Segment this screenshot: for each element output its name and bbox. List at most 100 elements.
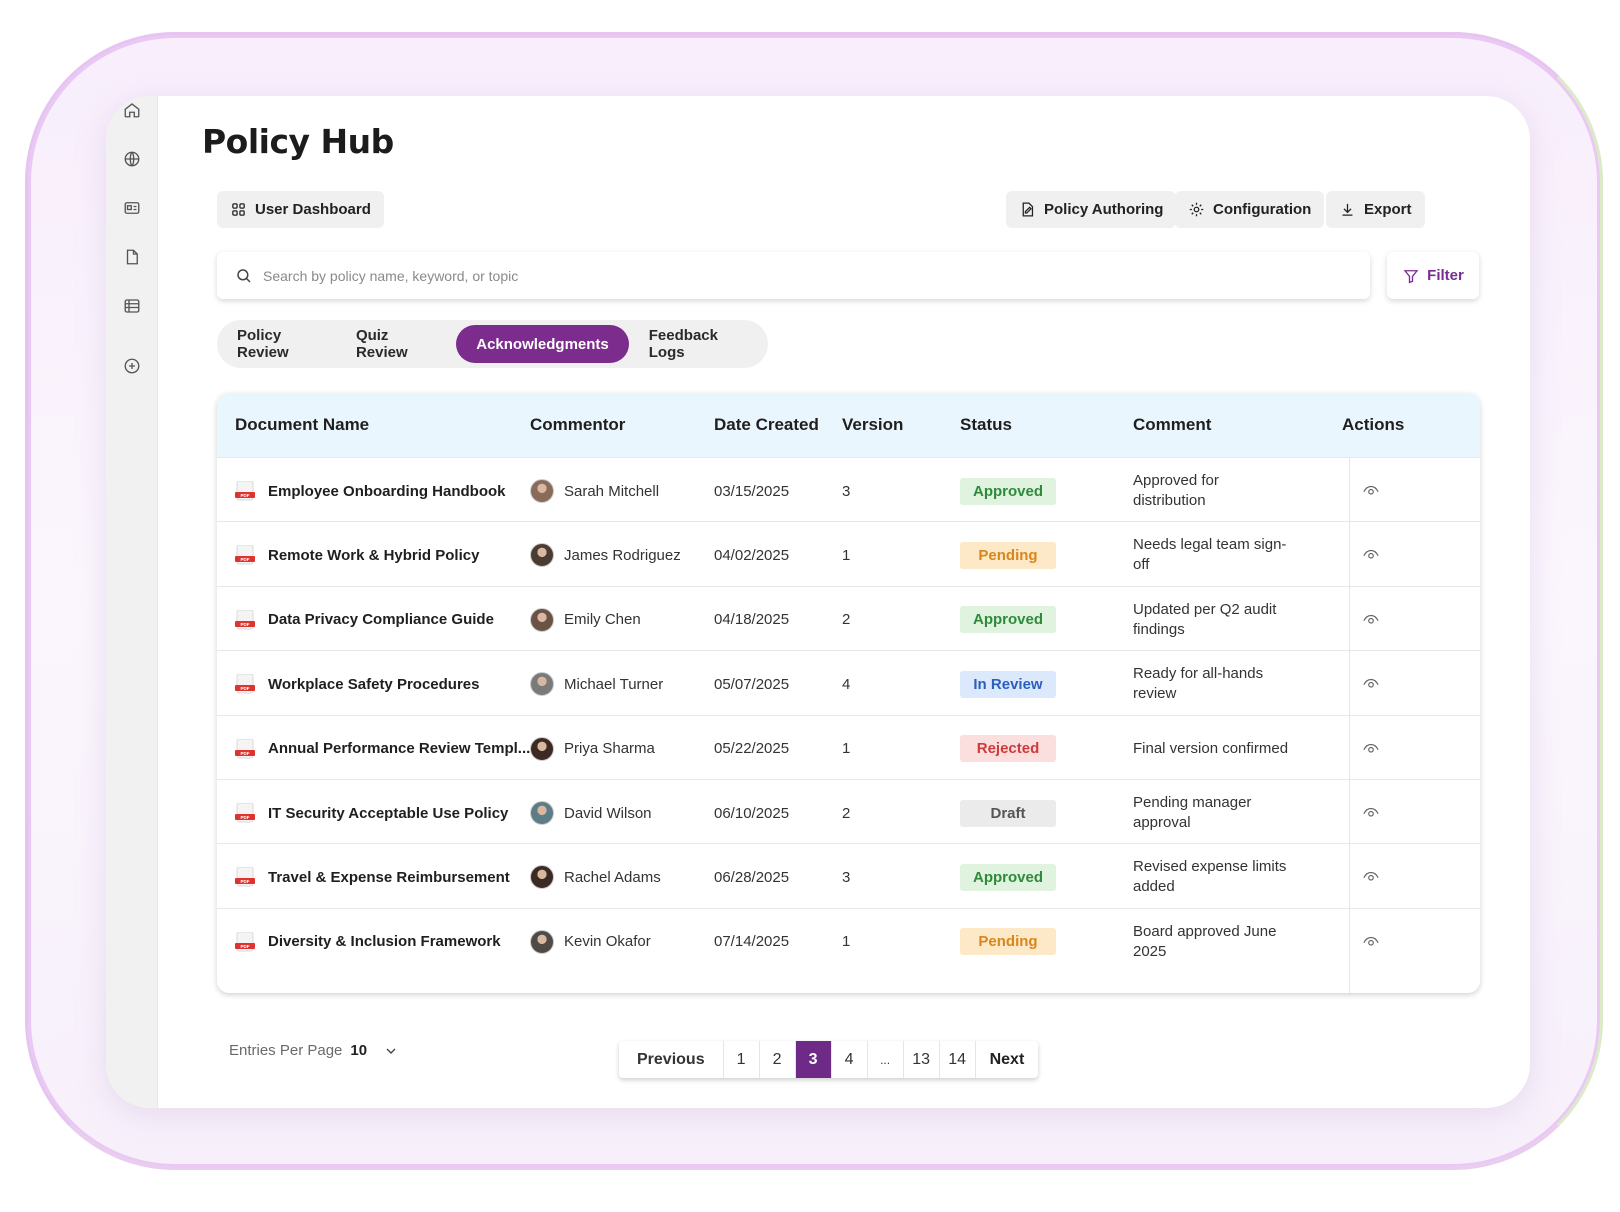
view-action[interactable] xyxy=(1362,780,1380,846)
view-action[interactable] xyxy=(1362,522,1380,588)
commentor-cell: Emily Chen xyxy=(530,587,641,653)
date-created: 05/22/2025 xyxy=(714,740,790,758)
eye-icon[interactable] xyxy=(1362,482,1380,500)
view-action[interactable] xyxy=(1362,844,1380,910)
view-action[interactable] xyxy=(1362,909,1380,975)
table-row[interactable]: PDF Diversity & Inclusion Framework Kevi… xyxy=(217,907,1480,975)
page-button[interactable]: 14 xyxy=(938,1041,975,1078)
commentor-cell: Kevin Okafor xyxy=(530,909,651,975)
page-button[interactable]: 2 xyxy=(758,1041,795,1078)
table-row[interactable]: PDF Workplace Safety Procedures Michael … xyxy=(217,650,1480,717)
home-icon[interactable] xyxy=(122,100,142,120)
date-created: 04/02/2025 xyxy=(714,546,790,564)
commentor-name: Sarah Mitchell xyxy=(564,482,660,500)
view-action[interactable] xyxy=(1362,587,1380,653)
view-action[interactable] xyxy=(1362,458,1380,524)
svg-text:PDF: PDF xyxy=(241,557,250,562)
view-action[interactable] xyxy=(1362,716,1380,782)
next-page-button[interactable]: Next xyxy=(974,1041,1039,1078)
table-row[interactable]: PDF Employee Onboarding Handbook Sarah M… xyxy=(217,457,1480,524)
document-edit-icon xyxy=(1022,202,1034,217)
tab-bar: Policy Review Quiz Review Acknowledgment… xyxy=(217,320,768,368)
globe-icon[interactable] xyxy=(122,149,142,169)
document-name: Remote Work & Hybrid Policy xyxy=(268,546,480,564)
configuration-label: Configuration xyxy=(1213,201,1312,218)
document-name-cell[interactable]: PDF Employee Onboarding Handbook xyxy=(235,458,506,524)
status-cell: Approved xyxy=(960,844,1056,910)
actions-divider xyxy=(1349,457,1350,993)
avatar xyxy=(530,543,554,568)
policy-authoring-label: Policy Authoring xyxy=(1044,201,1164,218)
document-name-cell[interactable]: PDF Diversity & Inclusion Framework xyxy=(235,909,501,975)
eye-icon[interactable] xyxy=(1362,933,1380,951)
table-row[interactable]: PDF Annual Performance Review Templ... P… xyxy=(217,714,1480,782)
entries-value[interactable]: 10 xyxy=(350,1042,367,1059)
pdf-file-icon: PDF xyxy=(235,673,257,694)
eye-icon[interactable] xyxy=(1362,546,1380,564)
status-badge: Pending xyxy=(960,541,1056,569)
table-row[interactable]: PDF Data Privacy Compliance Guide Emily … xyxy=(217,585,1480,653)
search-input[interactable] xyxy=(263,267,1263,284)
tab-policy-review[interactable]: Policy Review xyxy=(223,325,342,363)
previous-page-button[interactable]: Previous xyxy=(619,1041,723,1078)
column-header-version[interactable]: Version xyxy=(842,393,903,457)
user-dashboard-label: User Dashboard xyxy=(255,201,371,218)
tab-acknowledgments[interactable]: Acknowledgments xyxy=(456,325,629,363)
eye-icon[interactable] xyxy=(1362,675,1380,693)
svg-text:PDF: PDF xyxy=(241,493,250,498)
document-icon[interactable] xyxy=(122,247,142,267)
eye-icon[interactable] xyxy=(1362,740,1380,758)
column-header-comment[interactable]: Comment xyxy=(1133,393,1211,457)
avatar xyxy=(530,607,554,632)
table-icon[interactable] xyxy=(122,296,142,316)
page-button[interactable]: 3 xyxy=(794,1041,831,1078)
status-cell: Approved xyxy=(960,587,1056,653)
table-row[interactable]: PDF IT Security Acceptable Use Policy Da… xyxy=(217,779,1480,846)
column-header-date-created[interactable]: Date Created xyxy=(714,393,819,457)
filter-button[interactable]: Filter xyxy=(1387,252,1479,299)
icon-rail xyxy=(106,96,158,1108)
document-name: IT Security Acceptable Use Policy xyxy=(268,804,509,822)
pagination-ellipsis: ... xyxy=(866,1041,903,1078)
page-button[interactable]: 1 xyxy=(722,1041,759,1078)
document-name: Annual Performance Review Templ... xyxy=(268,740,531,758)
chevron-down-icon[interactable] xyxy=(383,1043,399,1059)
document-name-cell[interactable]: PDF Workplace Safety Procedures xyxy=(235,651,479,717)
document-name-cell[interactable]: PDF IT Security Acceptable Use Policy xyxy=(235,780,508,846)
eye-icon[interactable] xyxy=(1362,804,1380,822)
search-icon xyxy=(237,268,251,283)
document-name-cell[interactable]: PDF Annual Performance Review Templ... xyxy=(235,716,530,782)
id-card-icon[interactable] xyxy=(122,198,142,218)
status-cell: Pending xyxy=(960,909,1056,975)
status-cell: In Review xyxy=(960,651,1056,717)
commentor-name: David Wilson xyxy=(564,804,652,822)
column-header-commentor[interactable]: Commentor xyxy=(530,393,625,457)
tab-feedback-logs[interactable]: Feedback Logs xyxy=(635,325,762,363)
date-created: 05/07/2025 xyxy=(714,675,790,693)
column-header-status[interactable]: Status xyxy=(960,393,1012,457)
column-header-document-name[interactable]: Document Name xyxy=(235,393,369,457)
document-name-cell[interactable]: PDF Data Privacy Compliance Guide xyxy=(235,587,494,653)
table-row[interactable]: PDF Remote Work & Hybrid Policy James Ro… xyxy=(217,521,1480,588)
eye-icon[interactable] xyxy=(1362,611,1380,629)
user-dashboard-button[interactable]: User Dashboard xyxy=(217,191,384,228)
commentor-cell: David Wilson xyxy=(530,780,652,846)
date-created: 06/10/2025 xyxy=(714,804,790,822)
avatar xyxy=(530,672,554,697)
eye-icon[interactable] xyxy=(1362,868,1380,886)
page-button[interactable]: 4 xyxy=(830,1041,867,1078)
document-name: Data Privacy Compliance Guide xyxy=(268,611,494,629)
add-circle-icon[interactable] xyxy=(122,356,142,376)
tab-quiz-review[interactable]: Quiz Review xyxy=(342,325,450,363)
document-name-cell[interactable]: PDF Travel & Expense Reimbursement xyxy=(235,844,510,910)
date-created: 06/28/2025 xyxy=(714,868,790,886)
export-button[interactable]: Export xyxy=(1326,191,1425,228)
svg-text:PDF: PDF xyxy=(241,879,250,884)
app-window: Policy Hub User Dashboard Policy Authori… xyxy=(106,96,1530,1108)
view-action[interactable] xyxy=(1362,651,1380,717)
document-name-cell[interactable]: PDF Remote Work & Hybrid Policy xyxy=(235,522,479,588)
policy-authoring-button[interactable]: Policy Authoring xyxy=(1006,191,1177,228)
table-row[interactable]: PDF Travel & Expense Reimbursement Rache… xyxy=(217,843,1480,910)
page-button[interactable]: 13 xyxy=(902,1041,939,1078)
configuration-button[interactable]: Configuration xyxy=(1175,191,1325,228)
